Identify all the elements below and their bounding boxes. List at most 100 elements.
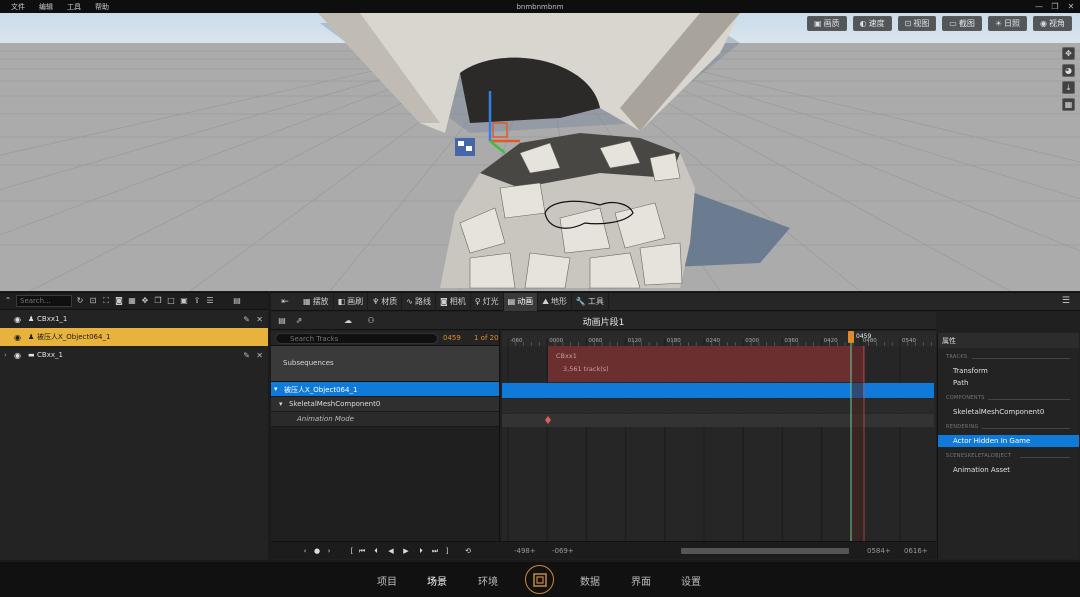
actor-icon: ♟	[28, 315, 35, 323]
visibility-eye-icon[interactable]: ◉	[14, 351, 21, 360]
outliner-row[interactable]: ◉ ♟ CBxx1_1 ✎ ✕	[0, 310, 268, 328]
nav-settings[interactable]: 设置	[681, 573, 701, 588]
scene-render[interactable]	[0, 13, 1080, 291]
speed-label: 速度	[868, 19, 885, 28]
tab-terrain[interactable]: ⛰ 地形	[538, 292, 572, 311]
tab-route[interactable]: ∿ 路线	[402, 292, 436, 311]
export-icon[interactable]: ⇪	[192, 295, 202, 307]
view-button[interactable]: ⊡ 视图	[897, 16, 937, 31]
move-icon[interactable]: ✥	[1062, 47, 1075, 60]
film-icon[interactable]: ▦	[127, 295, 137, 307]
nav-environment[interactable]: 环境	[478, 573, 498, 588]
outliner-row[interactable]: › ◉ ▬ CBxx_1 ✎ ✕	[0, 346, 268, 364]
timeline-canvas[interactable]: -060 0000 0060 0120 0180 0240 0300 0360 0420 0480…	[502, 331, 936, 541]
tab-camera[interactable]: ◙ 相机	[436, 292, 471, 311]
edit-pencil-icon[interactable]: ✎	[243, 315, 250, 324]
menu-tools[interactable]: 工具	[60, 2, 88, 12]
track-component[interactable]: ▾ SkeletalMeshComponent0	[271, 397, 499, 412]
prop-item-animation-asset[interactable]: Animation Asset	[938, 464, 1079, 476]
quality-button[interactable]: ▣ 画质	[807, 16, 847, 31]
layout-icon[interactable]: ▤	[232, 295, 242, 307]
tab-animation[interactable]: ▤ 动画	[503, 292, 539, 311]
frame-icon[interactable]: ⊡	[88, 295, 98, 307]
list-icon[interactable]: ☰	[205, 295, 215, 307]
edit-pencil-icon[interactable]: ✎	[243, 351, 250, 360]
skip-start-icon[interactable]: ⏮	[357, 545, 367, 557]
view-start-field[interactable]: -069+	[552, 547, 574, 555]
box-icon[interactable]: □	[166, 295, 176, 307]
panel-menu-icon[interactable]: ☰	[1062, 296, 1070, 306]
prop-item-transform[interactable]: Transform	[938, 365, 1079, 377]
refresh-icon[interactable]: ↻	[75, 295, 85, 307]
play-reverse-icon[interactable]: ◀	[386, 545, 396, 557]
add-key-icon[interactable]: ●	[313, 545, 321, 557]
tabs-menu-icon[interactable]: ⇤	[271, 297, 299, 307]
visibility-eye-icon[interactable]: ◉	[14, 315, 21, 324]
focus-icon[interactable]: ⛶	[101, 295, 111, 307]
set-end-icon[interactable]: ]	[443, 545, 451, 557]
range-end-field[interactable]: 0616+	[904, 547, 928, 555]
visibility-eye-icon[interactable]: ◉	[14, 333, 21, 342]
play-icon[interactable]: ▶	[401, 545, 411, 557]
menu-edit[interactable]: 编辑	[32, 2, 60, 12]
tab-material[interactable]: ♆ 材质	[368, 292, 403, 311]
camera-view-button[interactable]: ◉ 视角	[1033, 16, 1072, 31]
set-start-icon[interactable]: [	[348, 545, 356, 557]
next-key-icon[interactable]: ›	[325, 545, 333, 557]
outliner-search-input[interactable]	[16, 295, 72, 307]
prop-item-skeletal-mesh[interactable]: SkeletalMeshComponent0	[938, 406, 1079, 418]
camera-icon[interactable]: ◙	[114, 295, 124, 307]
nav-interface[interactable]: 界面	[631, 573, 651, 588]
skip-end-icon[interactable]: ⏭	[430, 545, 440, 557]
track-actor[interactable]: ▾ 被压人X_Object064_1	[271, 382, 499, 397]
timeline-area[interactable]: -060 0000 0060 0120 0180 0240 0300 0360 0420 0480…	[502, 331, 936, 541]
menu-file[interactable]: 文件	[4, 2, 32, 12]
drop-icon[interactable]: ⤓	[1062, 81, 1075, 94]
scene-outliner: ⌃ ↻ ⊡ ⛶ ◙ ▦ ✥ ❐ □ ▣ ⇪ ☰ ▤ ◉ ♟ CBxx1_1 ✎ …	[0, 292, 268, 560]
restore-icon[interactable]: ❐	[1050, 2, 1060, 12]
remove-icon[interactable]: ✕	[256, 315, 263, 324]
prop-item-actor-hidden[interactable]: Actor Hidden In Game	[938, 435, 1079, 447]
loop-icon[interactable]: ⟲	[463, 545, 473, 557]
speed-button[interactable]: ◐ 速度	[852, 16, 892, 31]
remove-icon[interactable]: ✕	[256, 351, 263, 360]
app-logo-icon[interactable]	[525, 565, 554, 594]
copy-icon[interactable]: ❐	[153, 295, 163, 307]
current-frame-readout[interactable]: 0459	[443, 334, 461, 342]
grid-icon[interactable]: ▦	[1062, 98, 1075, 111]
step-forward-icon[interactable]: ⏵	[416, 545, 426, 557]
playhead-handle[interactable]	[848, 331, 854, 343]
orbit-icon[interactable]: ◕	[1062, 64, 1075, 77]
subsequences-track[interactable]: Subsequences	[271, 346, 499, 382]
nav-scene[interactable]: 场景	[427, 573, 447, 588]
tab-placement[interactable]: ▦ 摆放	[299, 292, 334, 311]
tab-tools[interactable]: 🔧 工具	[572, 292, 609, 311]
subsequence-section[interactable]	[548, 346, 864, 382]
nav-project[interactable]: 项目	[377, 573, 397, 588]
timeline-scrollbar[interactable]	[681, 548, 849, 554]
prop-item-path[interactable]: Path	[938, 377, 1079, 389]
tab-brush[interactable]: ◧ 画刷	[334, 292, 369, 311]
range-start-field[interactable]: -498+	[514, 547, 536, 555]
track-animation-mode[interactable]: Animation Mode	[271, 412, 499, 427]
screenshot-button[interactable]: ▭ 截图	[942, 16, 982, 31]
step-back-icon[interactable]: ⏴	[371, 545, 381, 557]
sunlight-button[interactable]: ☀ 日照	[987, 16, 1028, 31]
group-icon[interactable]: ▣	[179, 295, 189, 307]
chevron-down-icon[interactable]: ▾	[279, 400, 283, 408]
nav-data[interactable]: 数据	[580, 573, 600, 588]
chevron-right-icon[interactable]: ›	[4, 351, 7, 359]
minimize-icon[interactable]: —	[1034, 2, 1044, 12]
actor-track-bar[interactable]	[502, 383, 934, 398]
outliner-row-selected[interactable]: ◉ ♟ 被压人X_Object064_1	[0, 328, 268, 346]
tab-light[interactable]: ♀ 灯光	[471, 292, 504, 311]
menu-help[interactable]: 帮助	[88, 2, 116, 12]
close-icon[interactable]: ✕	[1066, 2, 1076, 12]
scene-viewport[interactable]: ▣ 画质 ◐ 速度 ⊡ 视图 ▭ 截图 ☀ 日照 ◉ 视角 ✥ ◕ ⤓ ▦	[0, 13, 1080, 291]
chevron-down-icon[interactable]: ▾	[274, 385, 278, 393]
collapse-icon[interactable]: ⌃	[3, 295, 13, 307]
move-tool-icon[interactable]: ✥	[140, 295, 150, 307]
view-end-field[interactable]: 0584+	[867, 547, 891, 555]
prev-key-icon[interactable]: ‹	[301, 545, 309, 557]
track-search-input[interactable]	[275, 333, 438, 344]
